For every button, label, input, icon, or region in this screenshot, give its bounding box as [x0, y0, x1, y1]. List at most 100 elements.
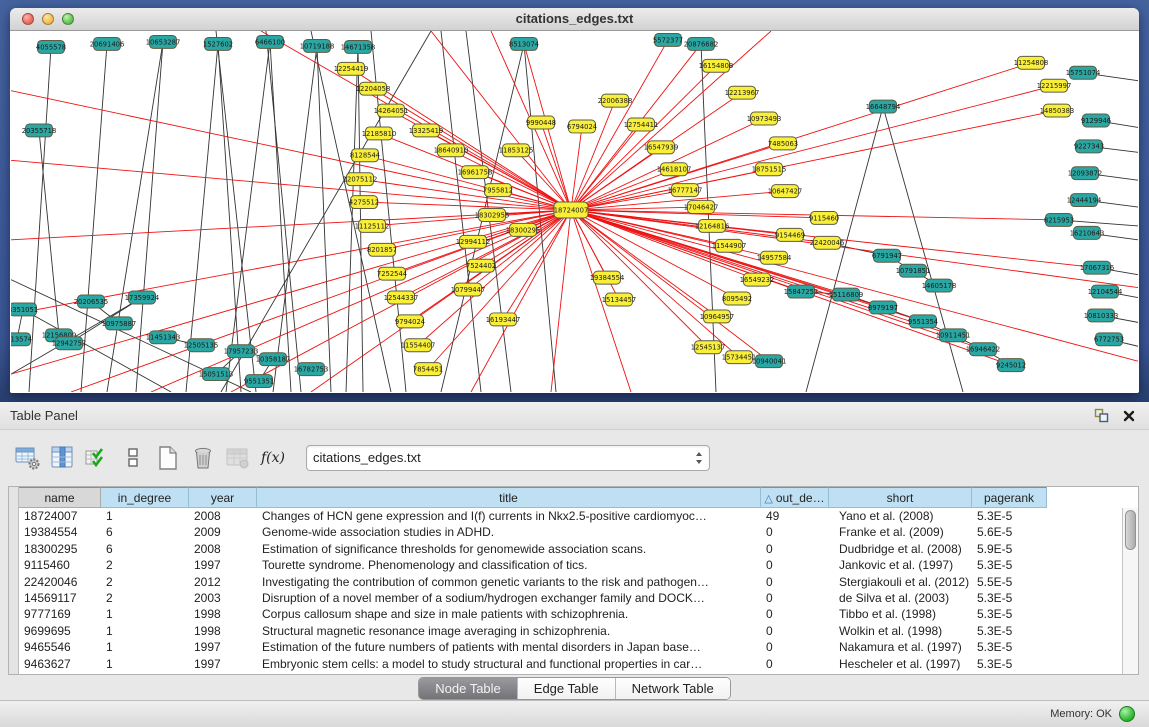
graph-node[interactable]: 4055578: [36, 40, 66, 53]
graph-node[interactable]: 14264051: [374, 104, 409, 117]
table-cell[interactable]: 0: [761, 606, 829, 622]
table-selector-dropdown[interactable]: citations_edges.txt: [306, 445, 710, 471]
table-cell[interactable]: 2012: [189, 574, 257, 590]
graph-node[interactable]: 17957233: [224, 345, 259, 358]
table-cell[interactable]: Estimation of the future numbers of pati…: [257, 639, 761, 655]
graph-node[interactable]: 11544907: [712, 239, 747, 252]
graph-node[interactable]: 18640910: [434, 144, 469, 157]
table-cell[interactable]: Changes of HCN gene expression and I(f) …: [257, 508, 761, 524]
graph-node[interactable]: 8201857: [367, 243, 397, 256]
graph-node[interactable]: 10973493: [747, 112, 782, 125]
table-cell[interactable]: 2: [101, 590, 189, 606]
select-rows-icon[interactable]: [82, 443, 114, 473]
table-cell[interactable]: 14569117: [19, 590, 101, 606]
minimize-window-icon[interactable]: [42, 13, 54, 25]
graph-node[interactable]: 12505135: [184, 339, 219, 352]
graph-node[interactable]: 10940041: [752, 355, 787, 368]
table-cell[interactable]: Dudbridge et al. (2008): [829, 541, 972, 557]
graph-node[interactable]: 9551351: [244, 375, 274, 388]
graph-node[interactable]: 8979197: [868, 301, 898, 314]
table-cell[interactable]: Hescheler et al. (1997): [829, 656, 972, 672]
table-cell[interactable]: 9465546: [19, 639, 101, 655]
close-window-icon[interactable]: [22, 13, 34, 25]
graph-node[interactable]: 10799447: [451, 283, 486, 296]
graph-node[interactable]: 16777147: [668, 184, 703, 197]
graph-node[interactable]: 7252544: [377, 267, 407, 280]
graph-node[interactable]: 11451343: [146, 331, 181, 344]
graph-node[interactable]: 1527602: [203, 37, 233, 50]
graph-node[interactable]: 16549232: [740, 273, 775, 286]
graph-node[interactable]: 12444194: [1067, 194, 1102, 207]
table-row[interactable]: 946362711997Embryonic stem cells: a mode…: [19, 656, 1122, 672]
column-header[interactable]: year: [189, 487, 257, 508]
graph-node[interactable]: 18300295: [506, 223, 541, 236]
graph-node[interactable]: 9551354: [908, 315, 938, 328]
graph-node[interactable]: 11853125: [499, 144, 534, 157]
graph-node[interactable]: 10653287: [146, 35, 181, 48]
table-row[interactable]: 911546021997Tourette syndrome. Phenomeno…: [19, 557, 1122, 573]
tab-node-table[interactable]: Node Table: [419, 678, 517, 699]
graph-node[interactable]: 8095492: [722, 292, 752, 305]
table-cell[interactable]: Structural magnetic resonance image aver…: [257, 623, 761, 639]
graph-node[interactable]: 20876682: [684, 37, 719, 50]
graph-node[interactable]: 12754411: [624, 118, 659, 131]
graph-node[interactable]: 12215997: [1037, 79, 1072, 92]
column-header[interactable]: short: [829, 487, 972, 508]
graph-node[interactable]: 10719188: [300, 39, 335, 52]
graph-node[interactable]: 20691406: [90, 37, 125, 50]
graph-node[interactable]: 10810333: [1084, 309, 1119, 322]
table-cell[interactable]: 1: [101, 639, 189, 655]
table-cell[interactable]: 0: [761, 574, 829, 590]
network-canvas[interactable]: 1872400712254419122040581426405112185810…: [11, 31, 1138, 392]
table-cell[interactable]: 5.3E-5: [972, 590, 1047, 606]
graph-node[interactable]: 12185810: [362, 127, 397, 140]
graph-node[interactable]: 22420046: [810, 236, 845, 249]
table-cell[interactable]: 0: [761, 557, 829, 573]
table-cell[interactable]: Yano et al. (2008): [829, 508, 972, 524]
memory-status-icon[interactable]: [1119, 706, 1135, 722]
table-row[interactable]: 969969511998Structural magnetic resonanc…: [19, 623, 1122, 639]
graph-node[interactable]: 12204058: [356, 82, 391, 95]
window-titlebar[interactable]: citations_edges.txt: [10, 8, 1139, 31]
table-cell[interactable]: 5.9E-5: [972, 541, 1047, 557]
table-cell[interactable]: 9699695: [19, 623, 101, 639]
table-cell[interactable]: 5.3E-5: [972, 639, 1047, 655]
table-row[interactable]: 1830029562008Estimation of significance …: [19, 541, 1122, 557]
graph-node[interactable]: 15134457: [602, 293, 637, 306]
graph-node[interactable]: 9245012: [996, 359, 1026, 372]
table-cell[interactable]: Genome-wide association studies in ADHD.: [257, 524, 761, 540]
graph-node[interactable]: 12164816: [695, 219, 730, 232]
column-header[interactable]: title: [257, 487, 761, 508]
table-cell[interactable]: 5.3E-5: [972, 623, 1047, 639]
table-row[interactable]: 977716911998Corpus callosum shape and si…: [19, 606, 1122, 622]
graph-node[interactable]: 15051513: [199, 368, 234, 381]
graph-node[interactable]: 6794024: [567, 120, 597, 133]
table-cell[interactable]: 0: [761, 524, 829, 540]
table-cell[interactable]: 2008: [189, 541, 257, 557]
zoom-window-icon[interactable]: [62, 13, 74, 25]
graph-node[interactable]: 16648794: [866, 100, 901, 113]
graph-node[interactable]: 7485063: [768, 137, 798, 150]
table-cell[interactable]: 1997: [189, 639, 257, 655]
table-cell[interactable]: 9115460: [19, 557, 101, 573]
graph-node[interactable]: 9227343: [1074, 140, 1104, 153]
graph-node[interactable]: 7955812: [483, 184, 513, 197]
graph-node[interactable]: 10647427: [768, 185, 803, 198]
column-header[interactable]: pagerank: [972, 487, 1047, 508]
new-table-icon[interactable]: [152, 443, 184, 473]
graph-node[interactable]: 11125112: [355, 219, 390, 232]
table-cell[interactable]: Tourette syndrome. Phenomenology and cla…: [257, 557, 761, 573]
table-cell[interactable]: 1997: [189, 656, 257, 672]
graph-node[interactable]: 9990448: [526, 116, 556, 129]
graph-node[interactable]: 12254419: [334, 62, 369, 75]
table-row[interactable]: 1872400712008Changes of HCN gene express…: [19, 508, 1122, 524]
tab-network-table[interactable]: Network Table: [615, 678, 730, 699]
table-cell[interactable]: Embryonic stem cells: a model to study s…: [257, 656, 761, 672]
graph-node[interactable]: 18302955: [475, 209, 510, 222]
table-cell[interactable]: 0: [761, 623, 829, 639]
table-cell[interactable]: 22420046: [19, 574, 101, 590]
graph-node[interactable]: 10975887: [102, 317, 137, 330]
table-cell[interactable]: 2009: [189, 524, 257, 540]
graph-node[interactable]: 14850383: [1040, 104, 1075, 117]
graph-node[interactable]: 15751074: [1066, 66, 1101, 79]
